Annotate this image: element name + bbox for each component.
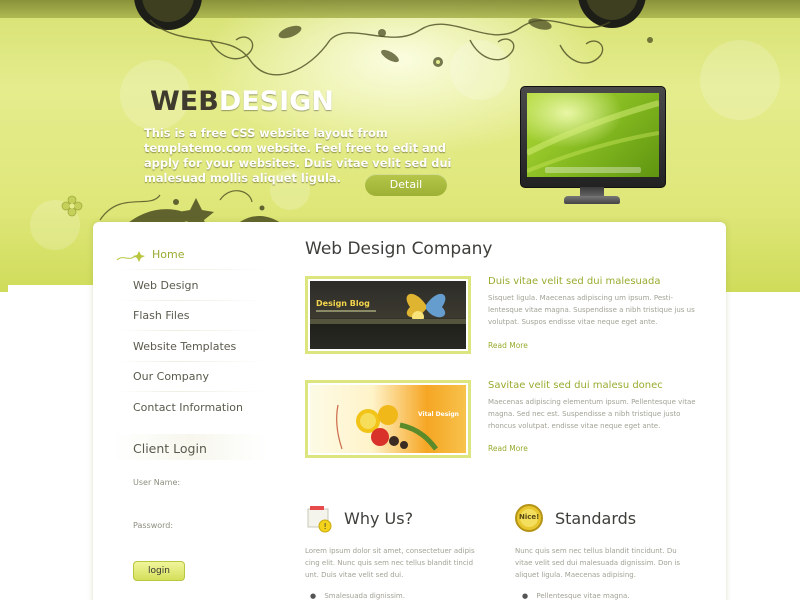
article-thumbnail[interactable]: Vital Design — [305, 380, 471, 458]
nav-website-templates[interactable]: Website Templates — [133, 340, 236, 353]
standards-bullet: ● Pellentesque vitae magna. — [522, 592, 630, 600]
monitor-stand — [564, 196, 620, 204]
flower-icon — [61, 195, 83, 217]
nav-contact-information[interactable]: Contact Information — [133, 401, 243, 414]
nav-divider — [117, 269, 267, 270]
why-us-text: Lorem ipsum dolor sit amet, consectetuer… — [305, 547, 475, 579]
standards-badge-label: Nice! — [519, 513, 540, 521]
article-title[interactable]: Duis vitae velit sed dui malesuada — [488, 276, 661, 287]
login-button[interactable]: login — [133, 561, 185, 581]
monitor-illustration — [520, 86, 666, 212]
why-us-bullet: ● Smalesuada dignissim. — [310, 592, 405, 600]
thumb-subtitle-line — [316, 310, 376, 312]
home-sparkle-icon — [116, 251, 145, 262]
article-thumbnail[interactable]: Design Blog — [305, 276, 471, 354]
article-text: Sisquet ligula. Maecenas adipiscing um i… — [488, 294, 695, 326]
bullet-icon: ● — [522, 592, 529, 600]
nav-divider — [117, 391, 267, 392]
nav-our-company[interactable]: Our Company — [133, 370, 209, 383]
detail-button[interactable]: Detail — [365, 174, 447, 196]
nav-divider — [117, 300, 267, 301]
why-us-bullet-text[interactable]: Smalesuada dignissim. — [324, 592, 405, 600]
nav-web-design[interactable]: Web Design — [133, 279, 198, 292]
site-logo[interactable]: WEBDESIGN — [150, 86, 334, 117]
nav-home[interactable]: Home — [152, 248, 184, 261]
nav-flash-files[interactable]: Flash Files — [133, 309, 189, 322]
read-more-link[interactable]: Read More — [488, 444, 528, 453]
why-us-title: Why Us? — [344, 509, 414, 528]
monitor-screen — [527, 93, 659, 177]
thumb-caption: Design Blog — [316, 299, 370, 308]
page: WEBDESIGN This is a free CSS website lay… — [0, 0, 800, 600]
password-label: Password: — [133, 521, 174, 530]
article-title[interactable]: Savitae velit sed dui malesu donec — [488, 380, 663, 391]
nav-divider — [117, 330, 267, 331]
thumb-nav-strip — [310, 319, 466, 324]
bullet-icon: ● — [310, 592, 317, 600]
page-title: Web Design Company — [305, 239, 493, 259]
screen-light-rays — [527, 100, 659, 173]
sidebar: Home Web Design Flash Files Website Temp… — [93, 222, 278, 600]
standards-title: Standards — [555, 509, 637, 528]
fruit-illustration — [336, 404, 438, 451]
svg-text:!: ! — [324, 522, 327, 531]
thumb-caption: Vital Design — [418, 411, 459, 418]
client-login-title: Client Login — [133, 441, 207, 456]
standards-bullet-text[interactable]: Pellentesque vitae magna. — [536, 592, 629, 600]
fruit-design-screenshot: Vital Design — [310, 385, 466, 453]
read-more-link[interactable]: Read More — [488, 341, 528, 350]
why-us-icon: ! — [307, 506, 332, 533]
design-blog-screenshot: Design Blog — [310, 281, 466, 349]
monitor-dock — [545, 167, 641, 173]
floral-ornament-top — [149, 18, 653, 76]
standards-text: Nunc quis sem nec tellus blandit tincidu… — [515, 547, 680, 579]
monitor-bezel — [520, 86, 666, 188]
article-text: Maecenas adipiscing elementum ipsum. Pel… — [488, 398, 696, 430]
logo-design-text: DESIGN — [218, 86, 334, 117]
lower-background-strip — [8, 285, 94, 300]
logo-web-text: WEB — [150, 86, 219, 117]
username-label: User Name: — [133, 478, 181, 487]
nav-divider — [117, 361, 267, 362]
